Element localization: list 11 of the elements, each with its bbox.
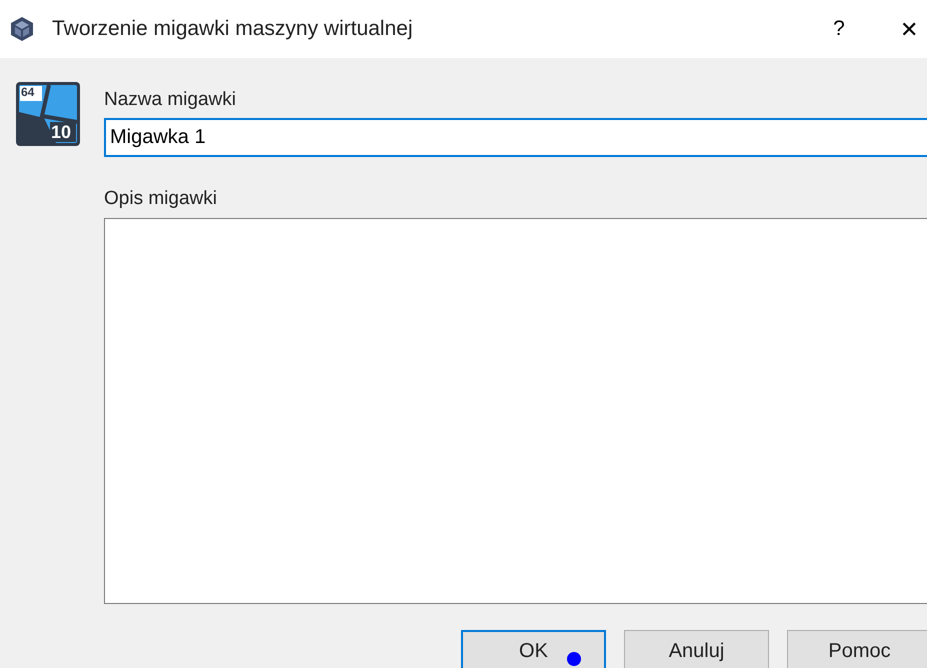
close-button[interactable]: ✕ — [889, 12, 927, 46]
name-input-field[interactable]: Migawka 1 — [104, 118, 927, 156]
help-button[interactable]: ? — [819, 13, 859, 45]
field-label: Nazwa migawki — [104, 88, 237, 112]
logo-bits-label: 64 — [21, 85, 34, 100]
window-title: Tworzenie migawki maszyny wirtualnej — [52, 16, 413, 42]
dialog-button[interactable]: Anuluj — [624, 630, 769, 668]
logo-version-label: 10 — [51, 122, 72, 142]
dialog-button[interactable]: OK — [461, 630, 606, 668]
dialog-button[interactable]: Pomoc — [787, 630, 927, 668]
field-label: Opis migawki — [104, 186, 218, 210]
